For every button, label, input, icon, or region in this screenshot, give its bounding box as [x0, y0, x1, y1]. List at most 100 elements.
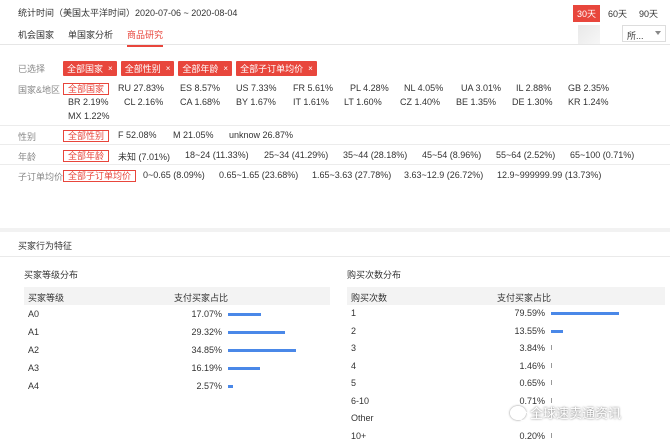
range-90-button[interactable]: 90天	[635, 5, 662, 22]
count-table-header: 购买次数 支付买家占比	[347, 287, 665, 305]
share-col-header: 支付买家占比	[497, 293, 552, 303]
row-value: 17.07%	[191, 309, 222, 319]
row-label: 5	[351, 378, 357, 388]
country-label: 国家&地区	[18, 85, 61, 95]
share-tick	[551, 362, 552, 368]
category-select-value: 所...	[627, 31, 644, 41]
selected-chip-age[interactable]: 全部年龄 ×	[178, 61, 233, 76]
level-col-header: 买家等级	[28, 293, 65, 303]
share-bar	[228, 349, 296, 352]
country-option[interactable]: US 7.33%	[236, 83, 277, 93]
row-value: 2.57%	[196, 381, 222, 391]
all-gender-chip[interactable]: 全部性别	[63, 130, 110, 142]
row-label: A2	[28, 345, 40, 355]
country-option[interactable]: CZ 1.40%	[400, 97, 440, 107]
price-label: 子订单均价	[18, 172, 64, 182]
share-bar	[228, 367, 260, 370]
age-label: 年龄	[18, 152, 37, 162]
price-option[interactable]: 0~0.65 (8.09%)	[143, 170, 205, 180]
age-option[interactable]: 45~54 (8.96%)	[422, 150, 481, 160]
row-label: Other	[351, 413, 374, 423]
country-option[interactable]: FR 5.61%	[293, 83, 333, 93]
gender-option[interactable]: F 52.08%	[118, 130, 157, 140]
chevron-down-icon	[655, 31, 661, 35]
row-value: 79.59%	[514, 308, 545, 318]
all-price-chip[interactable]: 全部子订单均价	[63, 170, 137, 182]
row-label: 2	[351, 325, 357, 336]
section-title: 买家行为特征	[18, 241, 73, 251]
country-option[interactable]: BY 1.67%	[236, 97, 276, 107]
category-select[interactable]: 所...	[622, 25, 666, 42]
age-option[interactable]: 35~44 (28.18%)	[343, 150, 407, 160]
row-label: 1	[351, 308, 357, 318]
gender-label: 性别	[18, 132, 37, 142]
count-col-header: 购买次数	[351, 293, 388, 303]
chip-label: 全部国家	[67, 64, 104, 74]
row-value: 3.84%	[519, 343, 545, 353]
share-col-header: 支付买家占比	[174, 293, 229, 303]
filter-panel: 统计时间（美国太平洋时间）2020-07-06 ~ 2020-08-04 30天…	[0, 0, 670, 228]
share-tick	[551, 397, 552, 403]
range-30-button[interactable]: 30天	[572, 5, 600, 22]
share-bar	[228, 313, 261, 316]
country-option[interactable]: NL 4.05%	[404, 83, 443, 93]
price-option[interactable]: 0.65~1.65 (23.68%)	[219, 170, 298, 180]
country-option[interactable]: RU 27.83%	[118, 83, 164, 93]
country-option[interactable]: BR 2.19%	[68, 97, 109, 107]
country-option[interactable]: BE 1.35%	[456, 97, 496, 107]
country-option[interactable]: KR 1.24%	[568, 97, 609, 107]
country-option[interactable]: IT 1.61%	[293, 97, 329, 107]
row-label: A1	[28, 327, 40, 337]
country-option[interactable]: IL 2.88%	[516, 83, 551, 93]
age-option[interactable]: 25~34 (41.29%)	[264, 150, 328, 160]
selected-chip-gender[interactable]: 全部性别 ×	[120, 61, 175, 76]
wechat-icon	[510, 405, 529, 421]
all-age-chip[interactable]: 全部年龄	[63, 150, 110, 162]
chip-label: 全部年龄	[182, 64, 219, 74]
country-option[interactable]: ES 8.57%	[180, 83, 220, 93]
gender-option[interactable]: M 21.05%	[173, 130, 214, 140]
close-icon[interactable]: ×	[308, 64, 313, 73]
close-icon[interactable]: ×	[223, 64, 228, 73]
price-option[interactable]: 12.9~999999.99 (13.73%)	[497, 170, 601, 180]
section-divider	[0, 256, 670, 257]
price-option[interactable]: 3.63~12.9 (26.72%)	[404, 170, 483, 180]
row-value: 0.20%	[519, 430, 545, 441]
all-countries-chip[interactable]: 全部国家	[63, 83, 110, 95]
selected-chip-price[interactable]: 全部子订单均价 ×	[236, 61, 317, 76]
share-tick	[551, 345, 552, 350]
country-option[interactable]: LT 1.60%	[344, 97, 382, 107]
row-value: 0.65%	[519, 378, 545, 388]
row-value: 29.32%	[191, 327, 222, 337]
chip-label: 全部子订单均价	[240, 64, 304, 74]
country-option[interactable]: MX 1.22%	[68, 111, 110, 121]
country-option[interactable]: GB 2.35%	[568, 83, 609, 93]
selected-chip-country[interactable]: 全部国家 ×	[63, 61, 117, 76]
age-option[interactable]: 65~100 (0.71%)	[570, 150, 634, 160]
age-option[interactable]: 18~24 (11.33%)	[185, 150, 249, 160]
country-option[interactable]: UA 3.01%	[461, 83, 501, 93]
watermark-text: 全球速卖通资讯	[530, 406, 622, 421]
row-value: 16.19%	[191, 363, 222, 373]
row-label: A3	[28, 363, 40, 373]
range-60-button[interactable]: 60天	[604, 5, 631, 22]
country-option[interactable]: CA 1.68%	[180, 97, 220, 107]
range-switch: 30天 60天 90天	[572, 5, 662, 22]
share-bar	[551, 329, 563, 333]
row-label: A4	[28, 381, 40, 391]
row-value: 1.46%	[519, 360, 545, 371]
country-option[interactable]: PL 4.28%	[350, 83, 389, 93]
row-label: 10+	[351, 430, 367, 441]
close-icon[interactable]: ×	[108, 64, 113, 73]
country-option[interactable]: DE 1.30%	[512, 97, 553, 107]
share-tick	[551, 432, 552, 438]
stat-period-label: 统计时间（美国太平洋时间）2020-07-06 ~ 2020-08-04	[18, 8, 238, 18]
price-option[interactable]: 1.65~3.63 (27.78%)	[312, 170, 391, 180]
blurred-area	[578, 25, 600, 45]
age-option[interactable]: 未知 (7.01%)	[118, 150, 170, 163]
row-value: 13.55%	[514, 325, 545, 336]
gender-option[interactable]: unknow 26.87%	[229, 130, 293, 140]
close-icon[interactable]: ×	[166, 64, 171, 73]
country-option[interactable]: CL 2.16%	[124, 97, 163, 107]
age-option[interactable]: 55~64 (2.52%)	[496, 150, 555, 160]
